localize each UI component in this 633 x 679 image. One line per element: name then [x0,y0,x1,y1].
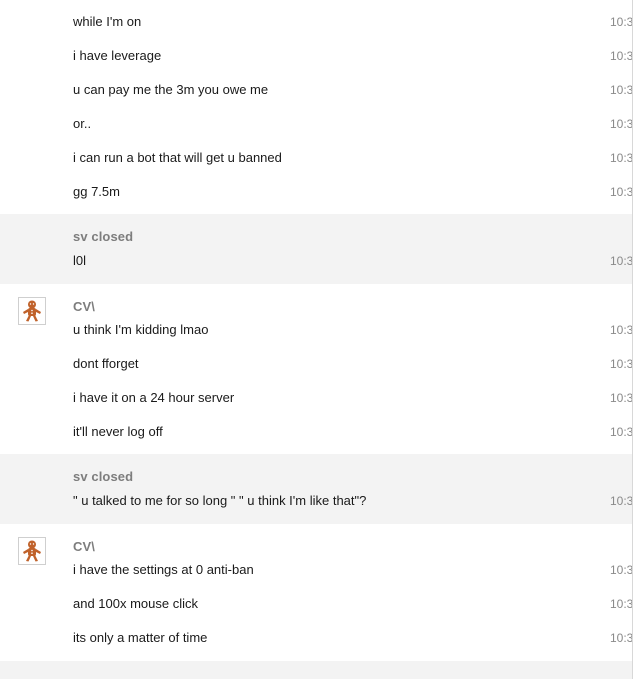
message-text: i can run a bot that will get u banned [73,150,282,165]
sender-name[interactable]: CV\ [73,539,95,554]
message-timestamp: 10:3 [610,631,632,645]
message-text: u think I'm kidding lmao [73,322,209,337]
message-text: i have it on a 24 hour server [73,390,235,405]
gingerbread-man-icon [23,540,41,562]
sender-name[interactable]: sv closed [73,229,133,244]
message-timestamp: 10:3 [610,254,632,268]
avatar[interactable] [18,537,46,565]
message-group-next [0,661,632,679]
message-timestamp: 10:3 [610,391,632,405]
message-timestamp: 10:3 [610,185,632,199]
message-text: its only a matter of time [73,630,208,645]
message-text: l0l [73,253,87,268]
message-text: gg 7.5m [73,184,120,199]
message-timestamp: 10:3 [610,357,632,371]
message-text: and 100x mouse click [73,596,199,611]
avatar[interactable] [18,297,46,325]
message-text: or.. [73,116,92,131]
message-group: sv closed " u talked to me for so long "… [0,454,632,524]
message-text: i have the settings at 0 anti-ban [73,562,254,577]
message-timestamp: 10:3 [610,494,632,508]
message-timestamp: 10:3 [610,83,632,97]
message-timestamp: 10:3 [610,15,632,29]
message-timestamp: 10:3 [610,151,632,165]
sender-name[interactable]: sv closed [73,469,133,484]
message-timestamp: 10:3 [610,117,632,131]
message-timestamp: 10:3 [610,323,632,337]
message-group: while I'm on 10:3 i have leverage 10:3 u… [0,0,632,214]
message-timestamp: 10:3 [610,425,632,439]
message-timestamp: 10:3 [610,49,632,63]
message-text: u can pay me the 3m you owe me [73,82,269,97]
sender-name[interactable]: CV\ [73,299,95,314]
message-text: it'll never log off [73,424,163,439]
message-timestamp: 10:3 [610,597,632,611]
message-text: " u talked to me for so long " " u think… [73,493,367,508]
message-text: i have leverage [73,48,162,63]
message-group: CV\ u think I'm kidding lmao 10:3 dont f… [0,284,632,454]
gingerbread-man-icon [23,300,41,322]
message-group: sv closed l0l 10:3 [0,214,632,284]
message-group: CV\ i have the settings at 0 anti-ban 10… [0,524,632,661]
message-text: dont fforget [73,356,139,371]
message-text: while I'm on [73,14,142,29]
message-timestamp: 10:3 [610,563,632,577]
